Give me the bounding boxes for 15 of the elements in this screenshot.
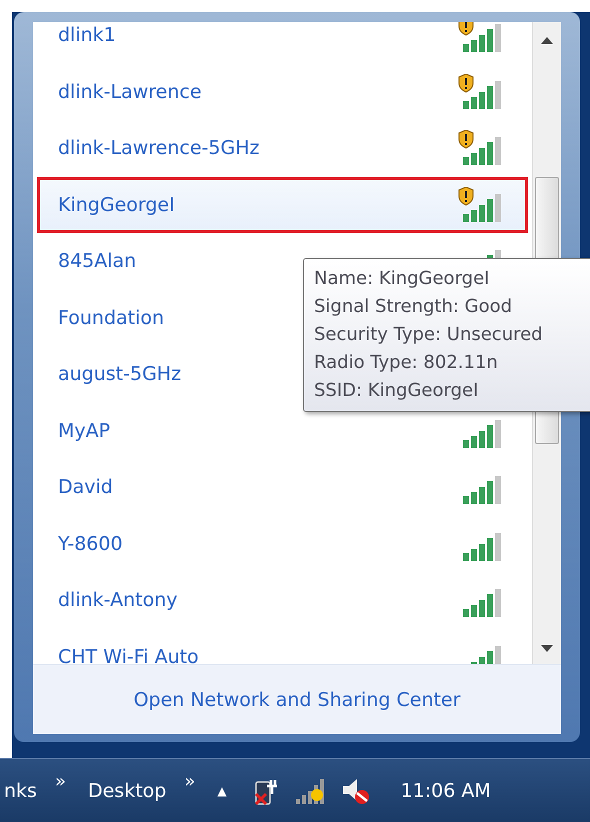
network-name: dlink-Antony xyxy=(58,589,178,612)
network-name: KingGeorgeI xyxy=(58,194,175,216)
network-name: dlink-Lawrence-5GHz xyxy=(58,137,260,160)
tooltip-line: SSID: KingGeorgeI xyxy=(314,379,480,403)
tooltip-line: Security Type: Unsecured xyxy=(314,323,544,347)
network-name: dlink1 xyxy=(58,24,116,46)
network-name: dlink-Lawrence xyxy=(58,80,202,103)
network-name: MyAP xyxy=(58,420,110,442)
network-name: Y-8600 xyxy=(58,532,123,555)
tooltip-line: Name: KingGeorgeI xyxy=(314,267,490,291)
tooltip-line: Radio Type: 802.11n xyxy=(314,351,499,375)
network-name: David xyxy=(58,476,113,498)
tooltip-line: Signal Strength: Good xyxy=(314,295,514,319)
network-name: 845Alan xyxy=(58,250,136,272)
network-name: CHT Wi-Fi Auto xyxy=(58,646,199,664)
